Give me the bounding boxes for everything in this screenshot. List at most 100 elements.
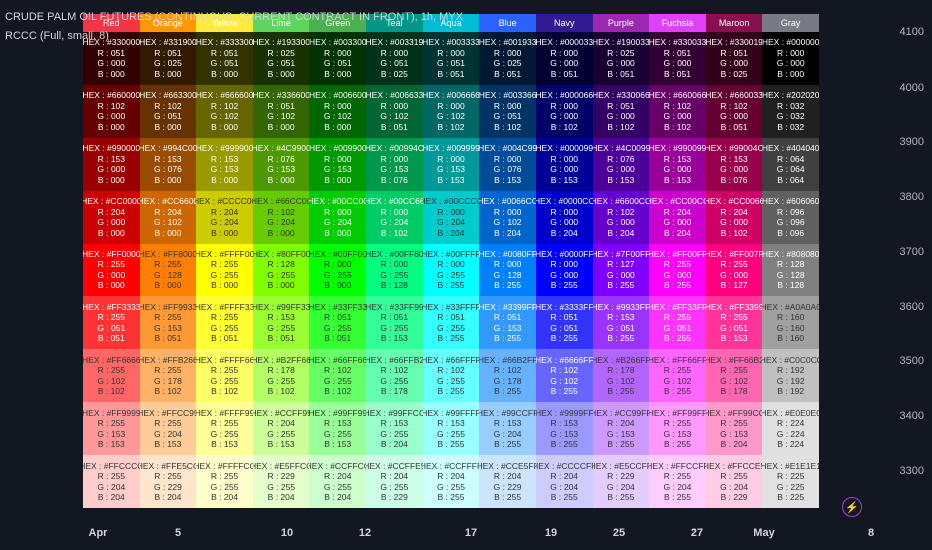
- red-value: R : 255: [154, 471, 182, 482]
- red-value: R : 153: [550, 418, 578, 429]
- red-value: R : 160: [776, 312, 805, 323]
- hex-value: HEX : #003300: [309, 37, 367, 48]
- green-value: G : 102: [663, 375, 692, 386]
- hex-value: HEX : #660066: [649, 90, 706, 101]
- color-swatch: HEX : #006600 R : 000 G : 102 B : 000: [309, 84, 367, 138]
- green-value: G : 178: [153, 375, 182, 386]
- blue-value: B : 000: [324, 68, 352, 79]
- color-swatch: HEX : #190033 R : 025 G : 000 B : 051: [592, 32, 650, 85]
- blue-value: B : 255: [607, 492, 635, 503]
- green-value: G : 051: [437, 58, 465, 69]
- hex-value: HEX : #CCFFFF: [422, 460, 480, 471]
- hex-value: HEX : #CCFFCC: [309, 460, 367, 471]
- green-value: G : 000: [606, 111, 635, 122]
- green-value: G : 204: [493, 428, 522, 439]
- red-value: R : 051: [97, 47, 125, 58]
- green-value: G : 255: [323, 269, 352, 280]
- blue-value: B : 153: [97, 439, 125, 450]
- green-value: G : 000: [720, 164, 749, 175]
- green-value: G : 051: [267, 58, 296, 69]
- hex-value: HEX : #E5CCFF: [592, 460, 650, 471]
- hex-value: HEX : #001933: [479, 37, 536, 48]
- green-value: G : 000: [663, 217, 692, 228]
- hex-value: HEX : #FFFF00: [196, 248, 253, 259]
- color-swatch: HEX : #80FF00 R : 128 G : 255 B : 000: [252, 243, 310, 297]
- red-value: R : 064: [776, 153, 805, 164]
- red-value: R : 153: [154, 153, 182, 164]
- green-value: G : 153: [493, 322, 522, 333]
- blue-value: B : 255: [494, 280, 522, 291]
- green-value: G : 000: [663, 111, 692, 122]
- color-swatch: HEX : #FF99FF R : 255 G : 153 B : 255: [649, 402, 706, 456]
- green-value: G : 032: [776, 111, 805, 122]
- color-swatch: HEX : #FF3399 R : 255 G : 051 B : 153: [705, 296, 763, 350]
- red-value: R : 096: [776, 206, 805, 217]
- hex-value: HEX : #99FF99: [309, 407, 367, 418]
- red-value: R : 051: [493, 312, 522, 323]
- red-value: R : 255: [210, 418, 239, 429]
- time-tick: 17: [464, 527, 478, 539]
- red-value: R : 229: [267, 471, 295, 482]
- blue-value: B : 000: [97, 227, 125, 238]
- blue-value: B : 153: [267, 439, 295, 450]
- green-value: G : 102: [720, 375, 749, 386]
- hex-value: HEX : #A0A0A0: [762, 301, 819, 312]
- color-swatch: HEX : #009900 R : 000 G : 153 B : 000: [309, 137, 367, 191]
- blue-value: B : 000: [211, 174, 238, 185]
- hex-value: HEX : #808080: [762, 248, 819, 259]
- green-value: G : 192: [776, 375, 805, 386]
- red-value: R : 255: [97, 471, 125, 482]
- green-value: G : 000: [606, 217, 635, 228]
- blue-value: B : 051: [324, 333, 352, 344]
- color-swatch: HEX : #CCE5FF R : 204 G : 229 B : 255: [479, 455, 536, 508]
- hex-value: HEX : #CC99FF: [592, 407, 650, 418]
- color-swatch: HEX : #99FFFF R : 153 G : 255 B : 255: [422, 402, 480, 456]
- color-swatch: HEX : #CCFF99 R : 204 G : 255 B : 153: [252, 402, 310, 456]
- blue-value: B : 051: [267, 333, 295, 344]
- color-swatch: HEX : #CCFFE5 R : 204 G : 255 B : 229: [366, 455, 423, 508]
- price-tick: 3700: [899, 246, 924, 258]
- blue-value: B : 255: [550, 280, 578, 291]
- green-value: G : 102: [267, 111, 296, 122]
- color-swatch: HEX : #000033 R : 000 G : 000 B : 051: [535, 32, 593, 85]
- green-value: G : 000: [606, 269, 635, 280]
- green-value: G : 025: [493, 58, 522, 69]
- green-value: G : 025: [153, 58, 182, 69]
- red-value: R : 153: [324, 418, 352, 429]
- green-value: G : 051: [97, 322, 126, 333]
- red-value: R : 255: [154, 312, 182, 323]
- blue-value: B : 051: [211, 333, 238, 344]
- green-value: G : 255: [267, 481, 296, 492]
- hex-value: HEX : #33FF33: [309, 301, 367, 312]
- red-value: R : 000: [380, 47, 409, 58]
- color-swatch: HEX : #99FF33 R : 153 G : 255 B : 051: [252, 296, 310, 350]
- hex-value: HEX : #330033: [649, 37, 706, 48]
- green-value: G : 255: [437, 428, 465, 439]
- color-swatch: HEX : #CCFFCCR : 204G : 255B : 204: [309, 455, 367, 508]
- red-value: R : 128: [267, 259, 295, 270]
- column-header-purple: Purple: [592, 14, 650, 32]
- green-value: G : 000: [606, 58, 635, 69]
- red-value: R : 255: [663, 471, 692, 482]
- indicator-label[interactable]: RCCC (Full, small, 8): [5, 30, 109, 42]
- blue-value: B : 051: [720, 121, 748, 132]
- green-value: G : 255: [380, 375, 409, 386]
- green-value: G : 204: [153, 428, 182, 439]
- red-value: R : 255: [720, 418, 748, 429]
- lightning-icon[interactable]: ⚡: [842, 497, 862, 517]
- red-value: R : 204: [97, 206, 125, 217]
- green-value: G : 153: [267, 164, 296, 175]
- color-swatch: HEX : #3399FF R : 051 G : 153 B : 255: [479, 296, 536, 350]
- red-value: R : 051: [267, 100, 295, 111]
- red-value: R : 204: [267, 418, 295, 429]
- color-swatch: HEX : #99FFCC R : 153 G : 255 B : 204: [366, 402, 423, 456]
- red-value: R : 051: [154, 47, 182, 58]
- blue-value: B : 255: [437, 439, 465, 450]
- red-value: R : 102: [720, 100, 748, 111]
- green-value: G : 128: [153, 269, 182, 280]
- blue-value: B : 051: [550, 68, 578, 79]
- red-value: R : 178: [607, 365, 635, 376]
- green-value: G : 051: [210, 58, 239, 69]
- green-value: G : 076: [493, 164, 522, 175]
- blue-value: B : 032: [777, 121, 805, 132]
